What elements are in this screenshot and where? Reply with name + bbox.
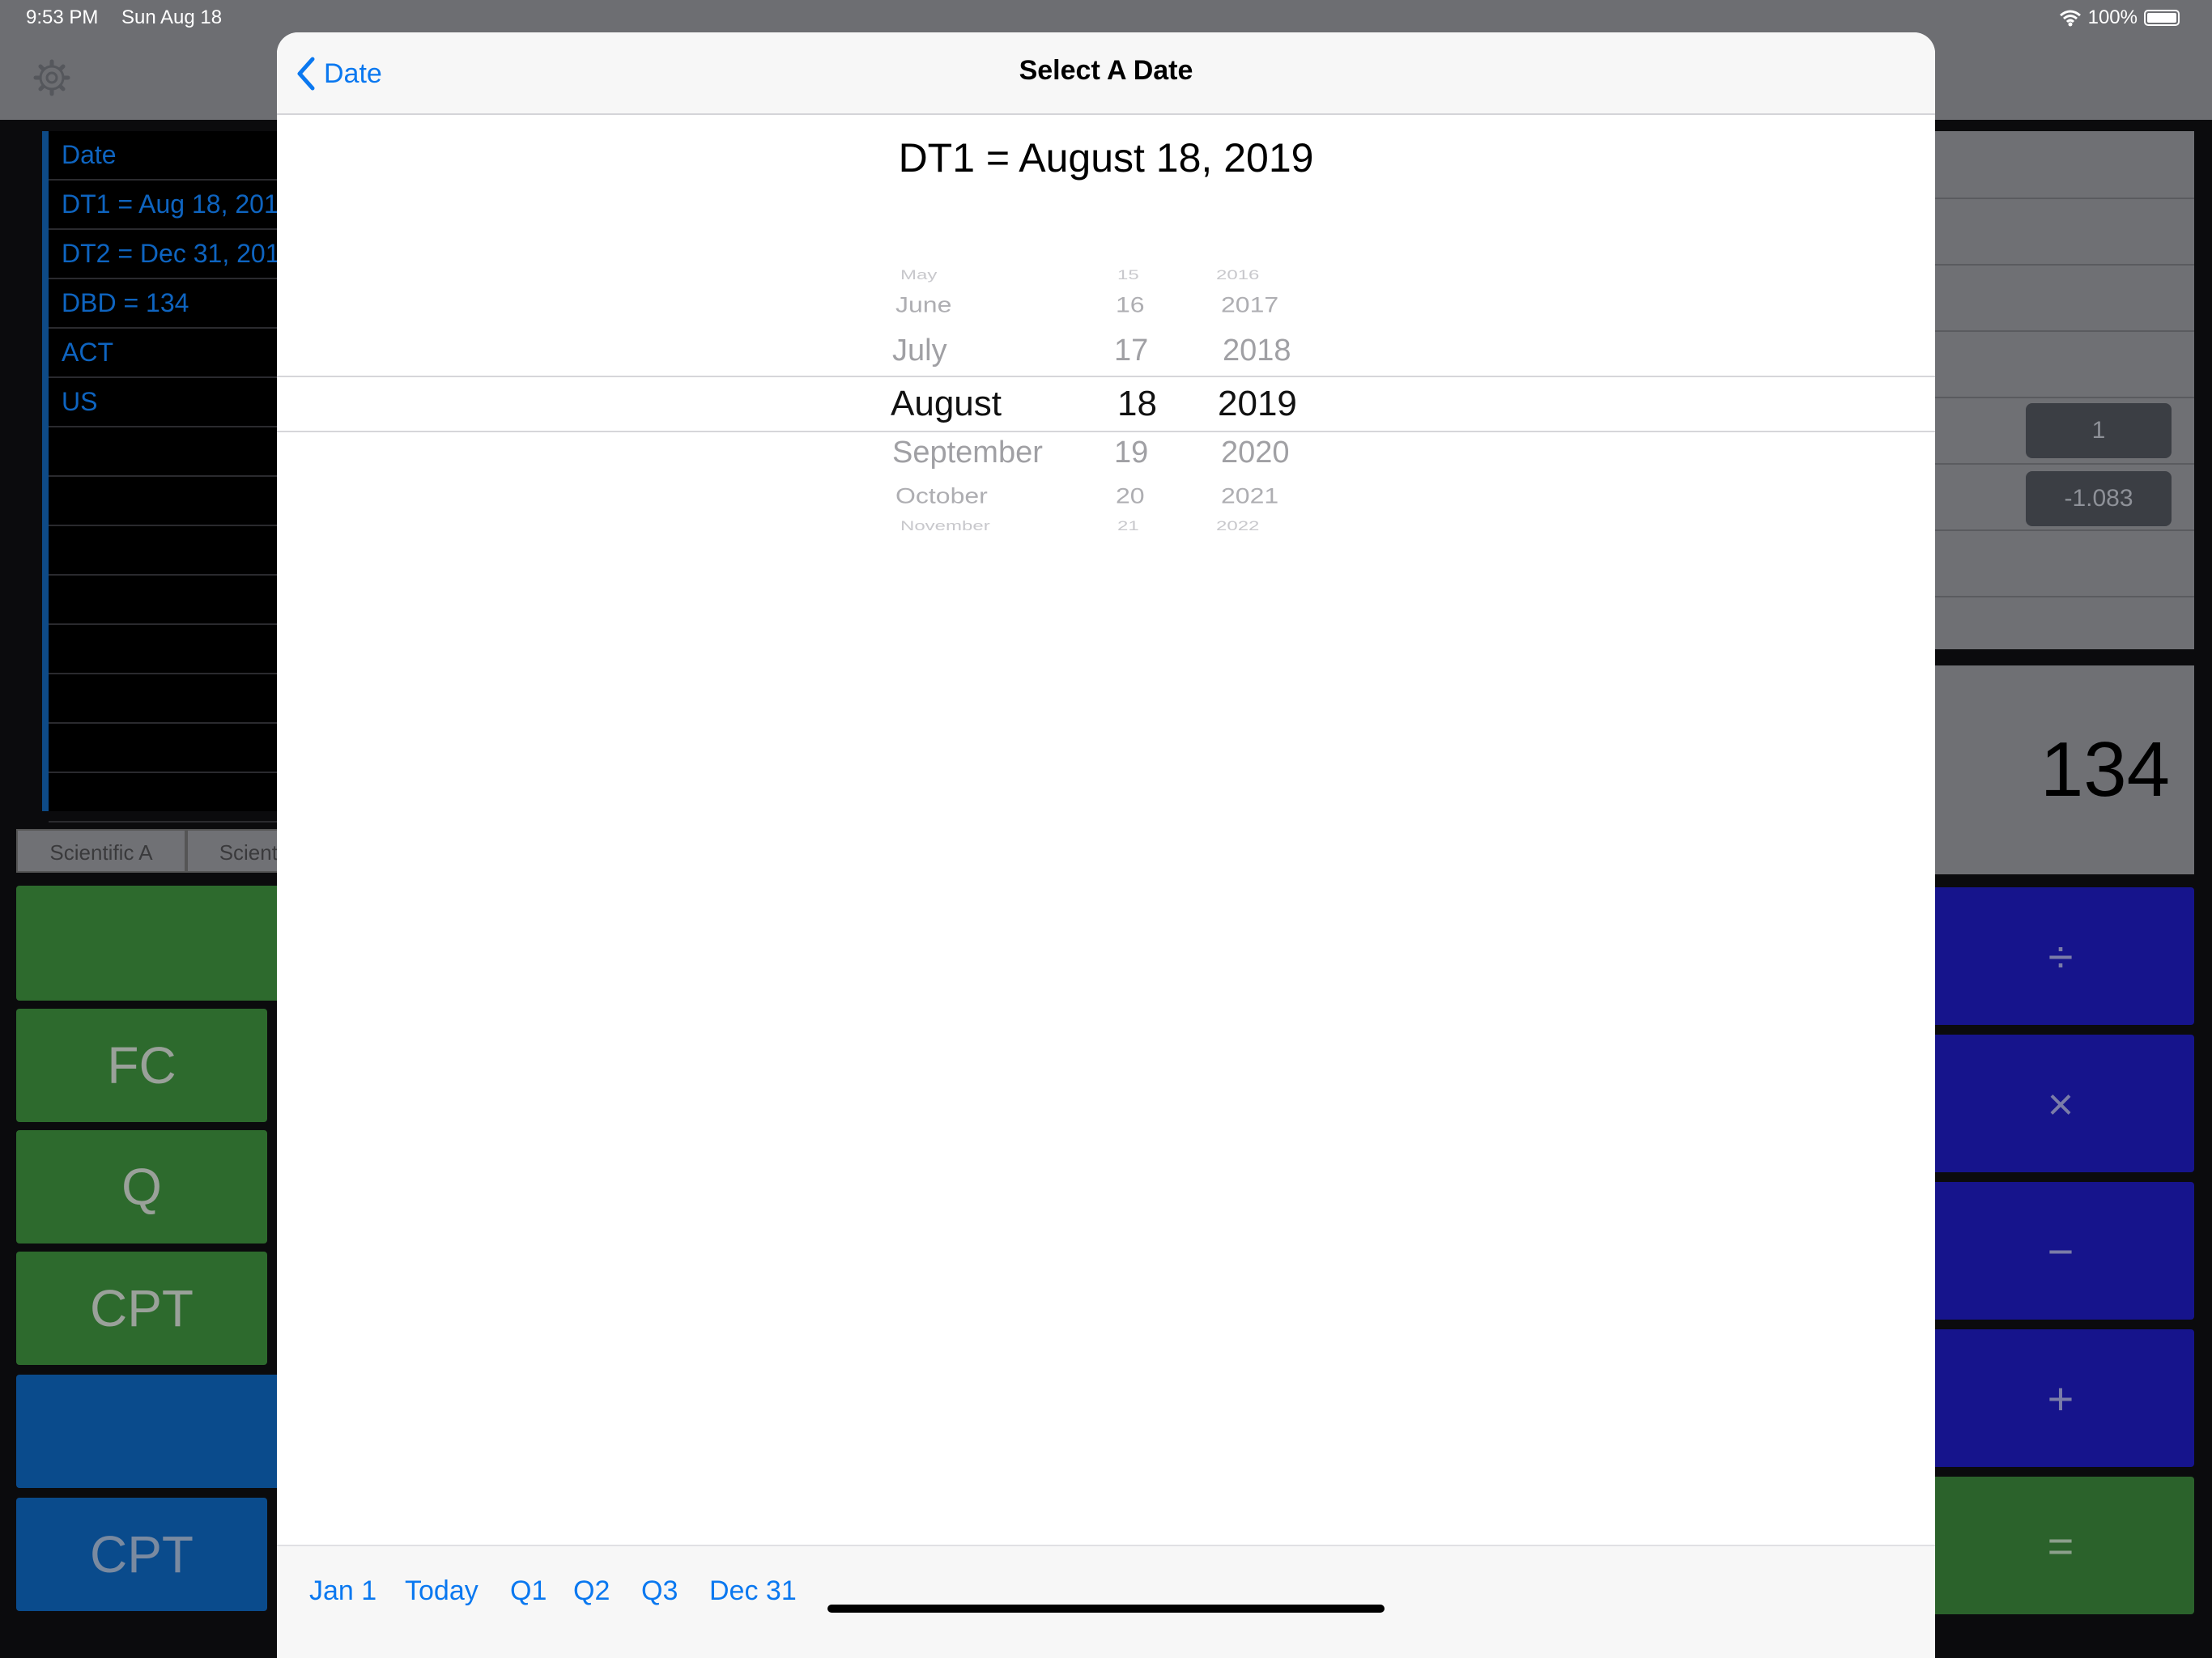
- today-button[interactable]: Today: [405, 1575, 479, 1607]
- wifi-icon: [2059, 10, 2081, 27]
- page-title: Select A Date: [1019, 55, 1193, 86]
- tape-row[interactable]: ACT: [49, 329, 291, 378]
- q3-button[interactable]: Q3: [641, 1575, 678, 1607]
- key-cpt[interactable]: CPT: [16, 1252, 267, 1365]
- result-display: 134: [1927, 665, 2194, 874]
- status-time: 9:53 PM: [26, 6, 99, 28]
- keypad-tabs: Scientific A Scientific B: [16, 829, 356, 873]
- picker-day[interactable]: 21: [1117, 518, 1139, 534]
- tape-row[interactable]: DBD = 134: [49, 279, 291, 329]
- picker-month[interactable]: July: [892, 334, 947, 368]
- calculation-tape[interactable]: Date DT1 = Aug 18, 2019 DT2 = Dec 31, 20…: [42, 131, 291, 823]
- picker-day[interactable]: 20: [1116, 483, 1145, 508]
- tape-row[interactable]: DT2 = Dec 31, 2019: [49, 230, 291, 279]
- picker-year-selected[interactable]: 2019: [1218, 384, 1297, 424]
- tape-row[interactable]: [49, 724, 291, 773]
- tab-scientific-a[interactable]: Scientific A: [16, 829, 186, 873]
- status-bar: 9:53 PM Sun Aug 18 100%: [0, 0, 2212, 36]
- status-date: Sun Aug 18: [121, 6, 223, 28]
- picker-month[interactable]: October: [895, 483, 988, 508]
- navigation-bar: Date Select A Date: [277, 32, 1935, 115]
- tape-row[interactable]: [49, 526, 291, 576]
- picker-month[interactable]: September: [892, 436, 1043, 470]
- picker-month[interactable]: May: [900, 267, 937, 283]
- q2-button[interactable]: Q2: [573, 1575, 610, 1607]
- battery-icon: [2144, 10, 2180, 26]
- picker-day[interactable]: 15: [1117, 267, 1139, 283]
- add-key[interactable]: +: [1927, 1329, 2194, 1467]
- tape-row[interactable]: DT1 = Aug 18, 2019: [49, 181, 291, 230]
- subtract-key[interactable]: −: [1927, 1182, 2194, 1320]
- tape-row[interactable]: [49, 674, 291, 724]
- tape-row[interactable]: [49, 576, 291, 625]
- key-fc[interactable]: FC: [16, 1009, 267, 1122]
- home-indicator[interactable]: [827, 1605, 1385, 1613]
- picker-day-selected[interactable]: 18: [1117, 384, 1157, 424]
- picker-year[interactable]: 2020: [1221, 436, 1290, 470]
- multiply-key[interactable]: ×: [1927, 1035, 2194, 1172]
- status-right: 100%: [2059, 6, 2180, 29]
- picker-day[interactable]: 17: [1114, 334, 1148, 368]
- key-cpt-blue[interactable]: CPT: [16, 1498, 267, 1611]
- tape-row[interactable]: US: [49, 378, 291, 427]
- tape-row[interactable]: [49, 773, 291, 823]
- picker-month[interactable]: June: [895, 292, 951, 317]
- picker-year[interactable]: 2018: [1223, 334, 1291, 368]
- picker-month-selected[interactable]: August: [891, 384, 1002, 424]
- picker-day[interactable]: 19: [1114, 436, 1148, 470]
- quick-date-toolbar: Jan 1 Today Q1 Q2 Q3 Dec 31: [277, 1545, 1935, 1658]
- variables-panel: 1 -1.083: [1927, 131, 2194, 649]
- key-blank[interactable]: [16, 886, 283, 1001]
- gear-icon[interactable]: [32, 58, 71, 97]
- tape-row[interactable]: [49, 477, 291, 526]
- picker-month[interactable]: November: [900, 518, 990, 534]
- tape-row[interactable]: [49, 625, 291, 674]
- picker-year[interactable]: 2016: [1216, 267, 1259, 283]
- value-button-2[interactable]: -1.083: [2026, 471, 2172, 526]
- date-picker-wheel[interactable]: May June July August September October N…: [277, 219, 1935, 551]
- dec-31-button[interactable]: Dec 31: [709, 1575, 797, 1607]
- date-picker-sheet: Date Select A Date DT1 = August 18, 2019…: [277, 32, 1935, 1658]
- jan-1-button[interactable]: Jan 1: [309, 1575, 376, 1607]
- tape-row[interactable]: Date: [49, 131, 291, 181]
- picker-year[interactable]: 2022: [1216, 518, 1259, 534]
- picker-year[interactable]: 2017: [1221, 292, 1278, 317]
- picker-day[interactable]: 16: [1116, 292, 1145, 317]
- equals-key[interactable]: =: [1927, 1477, 2194, 1614]
- q1-button[interactable]: Q1: [510, 1575, 547, 1607]
- selected-date-summary: DT1 = August 18, 2019: [898, 135, 1314, 181]
- value-button-1[interactable]: 1: [2026, 403, 2172, 458]
- battery-percent: 100%: [2087, 6, 2138, 28]
- picker-year[interactable]: 2021: [1221, 483, 1278, 508]
- divide-key[interactable]: ÷: [1927, 887, 2194, 1025]
- tape-row[interactable]: [49, 427, 291, 477]
- key-blank-blue[interactable]: [16, 1375, 283, 1488]
- key-q[interactable]: Q: [16, 1130, 267, 1244]
